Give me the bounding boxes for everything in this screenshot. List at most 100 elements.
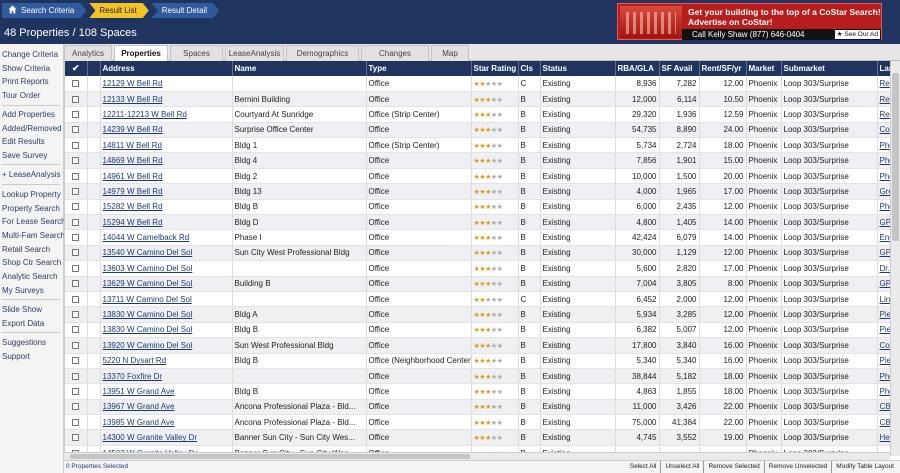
cell-address[interactable]: 14869 W Bell Rd	[100, 152, 233, 169]
column-header-land[interactable]: Land	[877, 61, 890, 76]
row-checkbox[interactable]	[72, 372, 80, 380]
cell-land[interactable]: Colli	[877, 122, 891, 139]
address-link[interactable]: 12129 W Bell Rd	[103, 79, 163, 88]
table-row[interactable]: 14811 W Bell Rd Bldg 1 Office (Strip Cente…	[65, 137, 891, 154]
row-checkbox-cell[interactable]	[65, 214, 88, 231]
remove-selected-button[interactable]: Remove Selected	[703, 461, 763, 473]
vertical-scrollbar[interactable]	[890, 61, 900, 456]
landlord-link[interactable]: Pier	[880, 310, 891, 319]
row-checkbox-cell[interactable]	[65, 168, 88, 185]
address-link[interactable]: 13830 W Camino Del Sol	[103, 310, 193, 319]
cell-address[interactable]: 13967 W Grand Ave	[100, 399, 233, 416]
address-link[interactable]: 13967 W Grand Ave	[103, 402, 175, 411]
nav-retail-search[interactable]: Retail Search	[2, 245, 50, 254]
landlord-link[interactable]: Gree	[880, 187, 891, 196]
landlord-link[interactable]: GPE	[880, 218, 891, 227]
row-checkbox[interactable]	[72, 157, 80, 165]
cell-land[interactable]: Phoe	[877, 137, 891, 154]
address-link[interactable]: 13629 W Camino Del Sol	[103, 279, 193, 288]
table-row[interactable]: 14869 W Bell Rd Bldg 4 Office ★★★★★ B Existin…	[65, 152, 891, 169]
column-header-rent-sf-yr[interactable]: Rent/SF/yr	[699, 61, 747, 76]
table-row[interactable]: 13985 W Grand Ave Ancona Professional Pla…	[65, 414, 890, 431]
landlord-link[interactable]: Heal	[880, 433, 891, 442]
row-checkbox[interactable]	[72, 249, 80, 257]
table-row[interactable]: 12211-12213 W Bell Rd Courtyard At Sunrid…	[65, 106, 890, 123]
row-checkbox-cell[interactable]	[65, 383, 88, 400]
row-checkbox-cell[interactable]	[65, 276, 88, 292]
row-checkbox[interactable]	[72, 218, 80, 226]
row-checkbox-cell[interactable]	[65, 91, 88, 108]
column-header-address[interactable]: Address	[100, 61, 233, 76]
landlord-link[interactable]: Cons	[880, 341, 891, 350]
cell-land[interactable]: Heal	[877, 429, 891, 446]
column-header-star-rating[interactable]: Star Rating	[471, 61, 519, 76]
column-header-market[interactable]: Market	[746, 61, 782, 76]
cell-address[interactable]: 14961 W Bell Rd	[100, 168, 233, 185]
column-header-type[interactable]: Type	[366, 61, 472, 76]
address-link[interactable]: 15294 W Bell Rd	[103, 218, 163, 227]
nav-multi-fam-search[interactable]: Multi-Fam Search	[2, 231, 65, 240]
row-checkbox-cell[interactable]	[65, 399, 88, 416]
cell-land[interactable]: Lind	[877, 291, 891, 308]
cell-land[interactable]: Phoe	[877, 383, 891, 400]
cell-address[interactable]: 13985 W Grand Ave	[100, 414, 233, 431]
breadcrumb-result-detail[interactable]: Result Detail	[152, 3, 219, 18]
landlord-link[interactable]: GPE	[880, 248, 891, 257]
table-row[interactable]: 14961 W Bell Rd Bldg 2 Office ★★★★★ B Existin…	[65, 168, 890, 185]
landlord-link[interactable]: Colli	[880, 125, 891, 134]
address-link[interactable]: 13603 W Camino Del Sol	[103, 264, 193, 273]
tab-changes[interactable]: Changes	[361, 45, 429, 61]
column-header-rba-gla[interactable]: RBA/GLA	[615, 61, 660, 76]
cell-address[interactable]: 15282 W Bell Rd	[100, 199, 233, 216]
table-row[interactable]: 13711 W Camino Del Sol Office ★★★★★ C Existi…	[65, 291, 891, 308]
row-checkbox-cell[interactable]	[65, 229, 88, 246]
address-link[interactable]: 13920 W Camino Del Sol	[103, 341, 193, 350]
nav-support[interactable]: Support	[2, 352, 30, 361]
cell-address[interactable]: 13830 W Camino Del Sol	[100, 306, 233, 323]
horizontal-scrollbar[interactable]	[64, 452, 890, 460]
landlord-link[interactable]: Phoe	[880, 156, 891, 165]
cell-land[interactable]: Phoe	[877, 152, 891, 169]
landlord-link[interactable]: Lind	[880, 295, 891, 304]
row-flag-header[interactable]	[87, 61, 101, 76]
select-all-button[interactable]: Select All	[626, 461, 661, 473]
row-checkbox[interactable]	[72, 418, 80, 426]
column-header-cls[interactable]: Cls	[518, 61, 541, 76]
row-checkbox[interactable]	[72, 126, 80, 134]
row-checkbox-cell[interactable]	[65, 199, 88, 216]
row-checkbox[interactable]	[72, 110, 80, 118]
row-checkbox-cell[interactable]	[65, 306, 88, 323]
cell-address[interactable]: 13830 W Camino Del Sol	[100, 322, 233, 339]
nav-change-criteria[interactable]: Change Criteria	[2, 50, 58, 59]
landlord-link[interactable]: Phoe	[880, 387, 891, 396]
row-checkbox[interactable]	[72, 187, 80, 195]
row-checkbox[interactable]	[72, 295, 80, 303]
cell-land[interactable]: Phoe	[877, 368, 890, 385]
table-row[interactable]: 14979 W Bell Rd Bldg 13 Office ★★★★★ B Existi…	[65, 183, 891, 200]
nav-export-data[interactable]: Export Data	[2, 319, 44, 328]
nav-edit-results[interactable]: Edit Results	[2, 137, 45, 146]
row-checkbox-cell[interactable]	[65, 76, 88, 92]
cell-land[interactable]: GPE	[877, 276, 890, 292]
tab-leaseanalysis[interactable]: LeaseAnalysis	[225, 45, 284, 61]
cell-address[interactable]: 13603 W Camino Del Sol	[100, 260, 233, 277]
table-row[interactable]: 13951 W Grand Ave Bldg B Office ★★★★★ B Exist…	[65, 383, 891, 400]
nav-save-survey[interactable]: Save Survey	[2, 151, 47, 160]
row-checkbox-cell[interactable]	[65, 414, 88, 431]
cell-address[interactable]: 14300 W Granite Valley Dr	[100, 429, 233, 446]
cell-land[interactable]: Ens I	[877, 229, 890, 246]
address-link[interactable]: 13540 W Camino Del Sol	[103, 248, 193, 257]
address-link[interactable]: 13985 W Grand Ave	[103, 418, 175, 427]
nav-show-criteria[interactable]: Show Criteria	[2, 64, 50, 73]
cell-land[interactable]: Real	[877, 106, 890, 123]
table-row[interactable]: 15294 W Bell Rd Bldg D Office ★★★★★ B Existin…	[65, 214, 891, 231]
vertical-scroll-thumb[interactable]	[892, 73, 899, 241]
select-all-header[interactable]: ✔	[65, 61, 88, 76]
landlord-link[interactable]: Phoe	[880, 141, 891, 150]
landlord-link[interactable]: Pier	[880, 356, 891, 365]
cell-land[interactable]: Cons	[877, 337, 891, 354]
cell-address[interactable]: 15294 W Bell Rd	[100, 214, 233, 231]
cell-address[interactable]: 14044 W Camelback Rd	[100, 229, 233, 246]
nav-property-search[interactable]: Property Search	[2, 204, 60, 213]
nav-my-surveys[interactable]: My Surveys	[2, 286, 44, 295]
